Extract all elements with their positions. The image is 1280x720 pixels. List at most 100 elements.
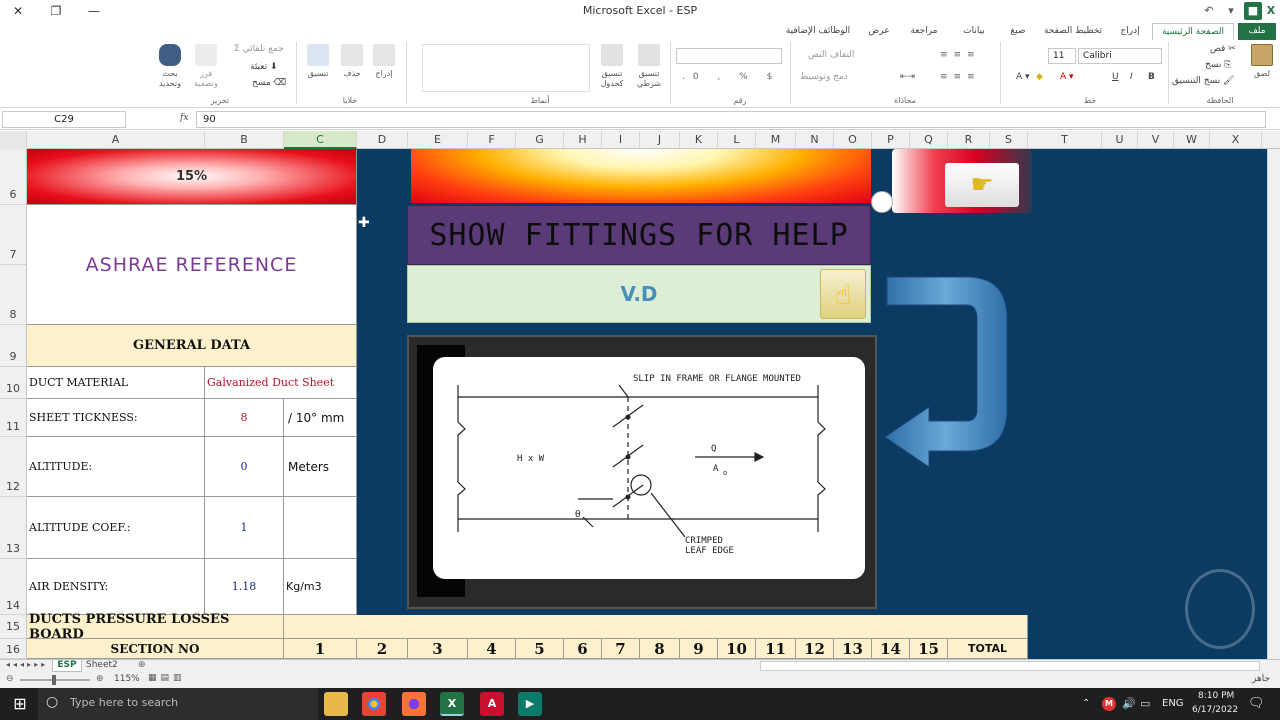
- altitude-unit[interactable]: Meters: [284, 437, 357, 497]
- column-header-w[interactable]: W: [1174, 131, 1210, 149]
- fitting-name[interactable]: V.D: [407, 265, 871, 323]
- section-6[interactable]: 6: [564, 639, 602, 659]
- altitude-value[interactable]: 0: [205, 437, 284, 497]
- italic-icon[interactable]: I: [1130, 72, 1133, 82]
- sheet-tab-esp[interactable]: ESP: [52, 660, 82, 672]
- sheet-thickness-unit[interactable]: / 10° mm: [284, 399, 357, 437]
- tray-app-icon[interactable]: M: [1102, 697, 1116, 711]
- column-header-h[interactable]: H: [564, 131, 602, 149]
- column-header-q[interactable]: Q: [910, 131, 948, 149]
- tab-insert[interactable]: إدراج: [1110, 23, 1150, 40]
- row-header-16[interactable]: 16: [0, 639, 26, 659]
- altitude-label[interactable]: ALTITUDE:: [27, 437, 205, 497]
- column-header-i[interactable]: I: [602, 131, 640, 149]
- autosum-button[interactable]: Σ جمع تلقائي: [234, 44, 284, 54]
- tab-file[interactable]: ملف: [1238, 23, 1276, 40]
- tab-review[interactable]: مراجعة: [900, 23, 948, 40]
- conditional-format-button[interactable]: تنسيق شرطي: [632, 44, 666, 89]
- column-header-v[interactable]: V: [1138, 131, 1174, 149]
- row-header-8[interactable]: 8: [0, 265, 26, 325]
- row-header-7[interactable]: 7: [0, 205, 26, 265]
- zoom-level[interactable]: 115%: [114, 674, 140, 684]
- tab-home[interactable]: الصفحة الرئيسية: [1152, 23, 1234, 40]
- section-14[interactable]: 14: [872, 639, 910, 659]
- wrap-text-button[interactable]: التفاف النص: [808, 50, 854, 60]
- tab-formulas[interactable]: صيغ: [1000, 23, 1036, 40]
- new-sheet-icon[interactable]: ⊕: [138, 660, 146, 670]
- show-fittings-button[interactable]: SHOW FITTINGS FOR HELP: [407, 205, 871, 265]
- cell-styles-gallery[interactable]: [422, 44, 590, 92]
- formula-input[interactable]: 90: [196, 111, 1266, 128]
- altitude-coef-value[interactable]: 1: [205, 497, 284, 559]
- format-cells-button[interactable]: تنسيق: [302, 44, 334, 79]
- section-3[interactable]: 3: [408, 639, 468, 659]
- hand-pointer-icon[interactable]: ☝: [820, 269, 866, 319]
- number-format-select[interactable]: [676, 48, 782, 64]
- find-select-button[interactable]: بحث وتحديد: [152, 44, 188, 89]
- column-header-r[interactable]: R: [948, 131, 990, 149]
- air-density-label[interactable]: AIR DENSITY:: [27, 559, 205, 615]
- section-2[interactable]: 2: [357, 639, 408, 659]
- format-painter-button[interactable]: نسخ التنسيق 🖌: [1172, 76, 1234, 86]
- align-top-icons[interactable]: ≡≡≡: [940, 50, 981, 60]
- tab-addins[interactable]: الوظائف الإضافية: [778, 23, 858, 40]
- tab-data[interactable]: بيانات: [952, 23, 996, 40]
- borders-icon[interactable]: A ▾: [1016, 72, 1030, 82]
- undo-icon[interactable]: ↶: [1200, 2, 1218, 20]
- hand-pointer-icon-2[interactable]: ☛: [945, 163, 1019, 207]
- network-icon[interactable]: ▭: [1140, 697, 1150, 710]
- chrome-icon[interactable]: [362, 692, 386, 716]
- sheet-thickness-label[interactable]: SHEET TICKNESS:: [27, 399, 205, 437]
- column-header-m[interactable]: M: [756, 131, 796, 149]
- air-density-unit[interactable]: Kg/m3: [284, 559, 357, 615]
- percent-banner[interactable]: 15%: [27, 149, 357, 205]
- font-size-select[interactable]: 11: [1048, 48, 1076, 64]
- column-header-l[interactable]: L: [718, 131, 756, 149]
- section-total[interactable]: TOTAL: [948, 639, 1028, 659]
- column-header-n[interactable]: N: [796, 131, 834, 149]
- column-header-a[interactable]: A: [27, 131, 205, 149]
- column-header-d[interactable]: D: [357, 131, 408, 149]
- zoom-slider-thumb[interactable]: [52, 675, 56, 685]
- underline-icon[interactable]: U: [1112, 72, 1119, 82]
- name-box[interactable]: C29: [2, 111, 126, 128]
- column-header-p[interactable]: P: [872, 131, 910, 149]
- file-explorer-icon[interactable]: [324, 692, 348, 716]
- excel-taskbar-icon[interactable]: X: [440, 692, 464, 716]
- row-header-11[interactable]: 11: [0, 399, 26, 437]
- row-header-6[interactable]: 6: [0, 149, 26, 205]
- indent-icons[interactable]: ⇤⇥: [900, 72, 915, 82]
- row-header-14[interactable]: 14: [0, 559, 26, 615]
- section-9[interactable]: 9: [680, 639, 718, 659]
- volume-icon[interactable]: 🔊: [1122, 697, 1136, 710]
- zoom-in-icon[interactable]: ⊕: [96, 674, 104, 684]
- row-header-9[interactable]: 9: [0, 325, 26, 367]
- paste-button[interactable]: لصق: [1250, 44, 1274, 79]
- air-density-value[interactable]: 1.18: [205, 559, 284, 615]
- taskbar-search-box[interactable]: ○ Type here to search: [38, 688, 318, 720]
- row-header-12[interactable]: 12: [0, 437, 26, 497]
- section-12[interactable]: 12: [796, 639, 834, 659]
- tab-page-layout[interactable]: تخطيط الصفحة: [1040, 23, 1106, 40]
- tab-view[interactable]: عرض: [862, 23, 896, 40]
- worksheet[interactable]: 15% ASHRAE REFERENCE GENERAL DATA DUCT M…: [27, 149, 1267, 659]
- insert-cells-button[interactable]: إدراج: [370, 44, 398, 79]
- row-header-15[interactable]: 15: [0, 615, 26, 639]
- clock-date[interactable]: 6/17/2022: [1192, 705, 1238, 715]
- general-data-header[interactable]: GENERAL DATA: [27, 325, 357, 367]
- bold-icon[interactable]: B: [1148, 72, 1155, 82]
- column-header-c[interactable]: C: [284, 131, 357, 149]
- section-1[interactable]: 1: [284, 639, 357, 659]
- altitude-coef-unit-cell[interactable]: [284, 497, 357, 559]
- section-13[interactable]: 13: [834, 639, 872, 659]
- duct-material-value[interactable]: Galvanized Duct Sheet: [205, 367, 357, 399]
- section-15[interactable]: 15: [910, 639, 948, 659]
- column-header-o[interactable]: O: [834, 131, 872, 149]
- section-4[interactable]: 4: [468, 639, 516, 659]
- section-8[interactable]: 8: [640, 639, 680, 659]
- align-horizontal-icons[interactable]: ≡≡≡: [940, 72, 981, 82]
- font-color-icon[interactable]: A ▾: [1060, 72, 1074, 82]
- fx-icon[interactable]: fx: [180, 113, 188, 123]
- number-format-icons[interactable]: .0 , % $: [682, 72, 780, 82]
- fill-button[interactable]: تعبئة ⬇: [250, 62, 278, 72]
